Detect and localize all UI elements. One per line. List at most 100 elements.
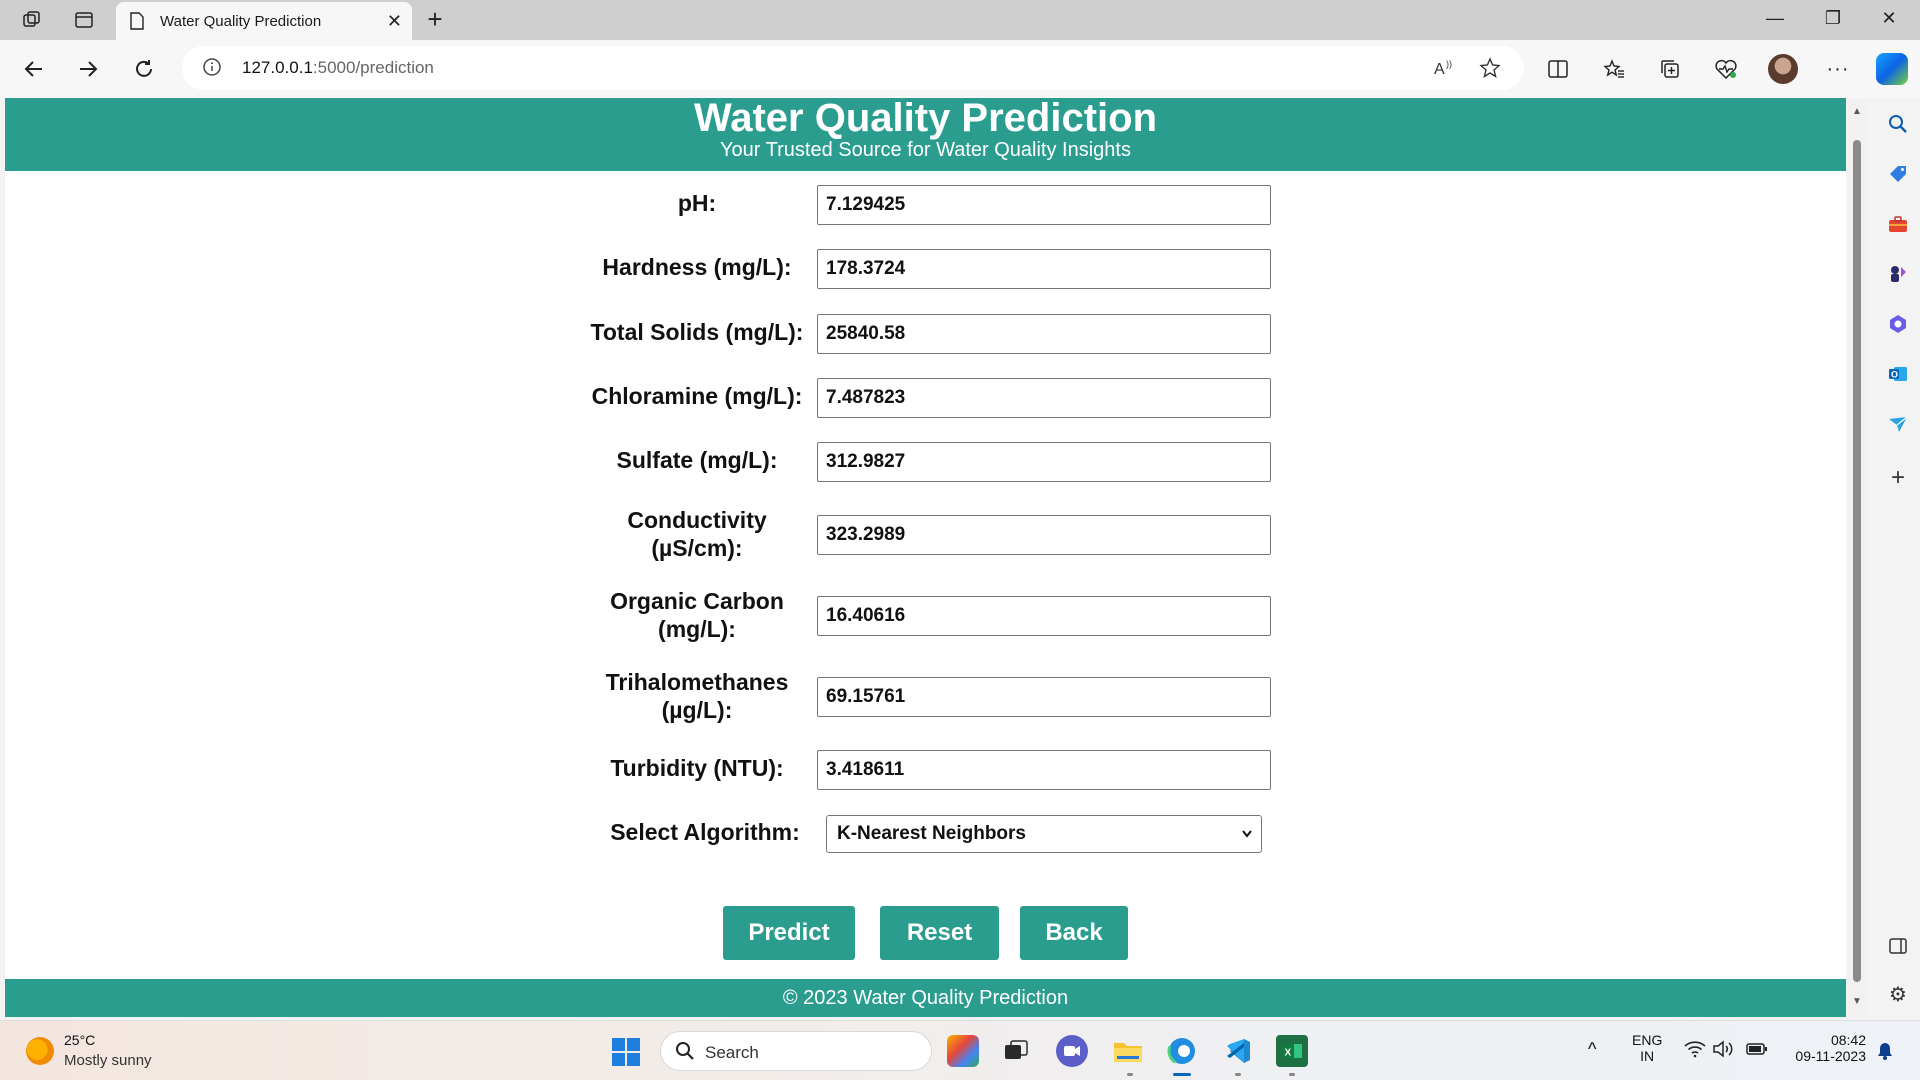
profile-avatar[interactable] (1768, 54, 1798, 84)
battery-icon[interactable] (1746, 1041, 1768, 1060)
page-scrollbar[interactable]: ▲ ▼ (1848, 98, 1866, 1017)
language-line2: IN (1640, 1048, 1655, 1064)
back-arrow-icon[interactable] (18, 53, 50, 85)
clock[interactable]: 08:42 09-11-2023 (1786, 1032, 1866, 1064)
tab-active[interactable]: Water Quality Prediction ✕ (116, 2, 412, 40)
task-view-icon[interactable] (1000, 1035, 1032, 1067)
close-tab-icon[interactable]: ✕ (387, 11, 402, 32)
hide-sidebar-icon[interactable] (1886, 934, 1910, 958)
minimize-icon[interactable]: — (1752, 8, 1798, 32)
tools-briefcase-icon[interactable] (1886, 212, 1910, 236)
file-explorer-icon[interactable] (1112, 1035, 1144, 1067)
url-host: 127.0.0.1 (242, 58, 313, 77)
trihalomethanes-input[interactable] (817, 677, 1271, 717)
chloramine-label: Chloramine (mg/L): (591, 383, 803, 409)
hardness-input[interactable] (817, 249, 1271, 289)
windows-start-icon[interactable] (612, 1038, 640, 1066)
new-tab-button[interactable]: + (420, 4, 450, 35)
taskbar: 25°C Mostly sunny Search X ^ ENG IN 08:4… (0, 1020, 1920, 1080)
browser-essentials-icon[interactable] (1710, 53, 1742, 85)
volume-icon[interactable] (1712, 1040, 1734, 1061)
trihalomethanes-label: Trihalomethanes (µg/L): (577, 668, 817, 724)
vscode-running-indicator (1235, 1073, 1241, 1076)
trihalomethanes-label-line2: (µg/L): (661, 697, 733, 723)
url-path: :5000/prediction (312, 58, 434, 77)
show-hidden-icons-chevron[interactable]: ^ (1588, 1039, 1596, 1060)
algorithm-select[interactable]: K-Nearest Neighbors (826, 815, 1262, 853)
excel-running-indicator (1289, 1073, 1295, 1076)
reset-button[interactable]: Reset (880, 906, 999, 960)
scroll-down-icon[interactable]: ▼ (1852, 996, 1862, 1007)
conductivity-label-line2: (µS/cm): (651, 535, 743, 561)
add-sidebar-app-icon[interactable]: + (1886, 464, 1910, 491)
page-icon (130, 12, 144, 35)
algorithm-selected-value: K-Nearest Neighbors (837, 823, 1026, 844)
svg-text:A: A (1434, 61, 1445, 78)
copilot-icon[interactable] (1876, 53, 1908, 85)
total-solids-input[interactable] (817, 314, 1271, 354)
clock-time: 08:42 (1830, 1032, 1866, 1048)
conductivity-input[interactable] (817, 515, 1271, 555)
clock-date: 09-11-2023 (1795, 1048, 1866, 1064)
search-icon[interactable] (1886, 112, 1910, 136)
site-subtitle: Your Trusted Source for Water Quality In… (720, 139, 1131, 161)
back-button[interactable]: Back (1020, 906, 1128, 960)
language-indicator[interactable]: ENG IN (1632, 1032, 1662, 1064)
ph-input[interactable] (817, 185, 1271, 225)
url-field[interactable]: 127.0.0.1:5000/prediction A)) (182, 46, 1524, 90)
hardness-label: Hardness (mg/L): (602, 254, 792, 280)
vscode-icon[interactable] (1222, 1035, 1254, 1067)
split-screen-icon[interactable] (1542, 53, 1574, 85)
read-aloud-icon[interactable]: A)) (1430, 56, 1458, 80)
copilot-pre-app-icon[interactable] (947, 1035, 979, 1067)
teams-chat-icon[interactable] (1056, 1035, 1088, 1067)
svg-text:)): )) (1446, 59, 1452, 69)
predict-button[interactable]: Predict (723, 906, 855, 960)
chevron-down-icon (1241, 816, 1253, 866)
send-icon[interactable] (1886, 412, 1910, 436)
forward-arrow-icon[interactable] (72, 53, 104, 85)
language-line1: ENG (1632, 1032, 1663, 1048)
favorite-star-icon[interactable] (1476, 56, 1504, 80)
wifi-icon[interactable] (1684, 1040, 1706, 1061)
weather-sun-icon[interactable] (26, 1037, 54, 1065)
sulfate-input[interactable] (817, 442, 1271, 482)
notification-bell-icon[interactable] (1876, 1041, 1894, 1064)
games-icon[interactable] (1886, 262, 1910, 286)
site-info-icon[interactable] (202, 57, 222, 82)
close-window-icon[interactable]: ✕ (1866, 8, 1912, 32)
scroll-thumb[interactable] (1853, 140, 1861, 982)
workspaces-icon[interactable] (16, 6, 48, 34)
scroll-up-icon[interactable]: ▲ (1852, 106, 1862, 117)
page-viewport: Water Quality Prediction Your Trusted So… (5, 98, 1846, 1017)
outlook-icon[interactable]: O (1886, 362, 1910, 386)
edge-sidebar: O + ⚙ (1876, 98, 1920, 1018)
shopping-tag-icon[interactable] (1886, 162, 1910, 186)
restore-icon[interactable]: ❐ (1810, 8, 1856, 32)
turbidity-input[interactable] (817, 750, 1271, 790)
edge-active-indicator (1173, 1073, 1191, 1076)
svg-text:O: O (1891, 370, 1898, 380)
site-footer: © 2023 Water Quality Prediction (5, 979, 1846, 1017)
copilot-apps-icon[interactable] (1886, 312, 1910, 336)
turbidity-label: Turbidity (NTU): (610, 755, 784, 781)
tab-title: Water Quality Prediction (160, 13, 322, 30)
more-options-icon[interactable]: ··· (1822, 53, 1854, 85)
favorites-icon[interactable] (1598, 53, 1630, 85)
organic-carbon-label: Organic Carbon (mg/L): (577, 587, 817, 643)
taskbar-search[interactable]: Search (660, 1031, 932, 1071)
organic-carbon-input[interactable] (817, 596, 1271, 636)
settings-gear-icon[interactable]: ⚙ (1886, 982, 1910, 1006)
algorithm-label: Select Algorithm: (610, 819, 800, 845)
collections-icon[interactable] (1654, 53, 1686, 85)
conductivity-label-line1: Conductivity (627, 507, 767, 533)
weather-temperature[interactable]: 25°C (64, 1032, 95, 1048)
weather-description[interactable]: Mostly sunny (64, 1052, 152, 1069)
chloramine-input[interactable] (817, 378, 1271, 418)
excel-icon[interactable]: X (1276, 1035, 1308, 1067)
sulfate-label: Sulfate (mg/L): (616, 447, 778, 473)
tab-actions-icon[interactable] (68, 6, 100, 34)
refresh-icon[interactable] (128, 53, 160, 85)
edge-browser-icon[interactable] (1166, 1035, 1198, 1067)
conductivity-label: Conductivity (µS/cm): (577, 506, 817, 562)
